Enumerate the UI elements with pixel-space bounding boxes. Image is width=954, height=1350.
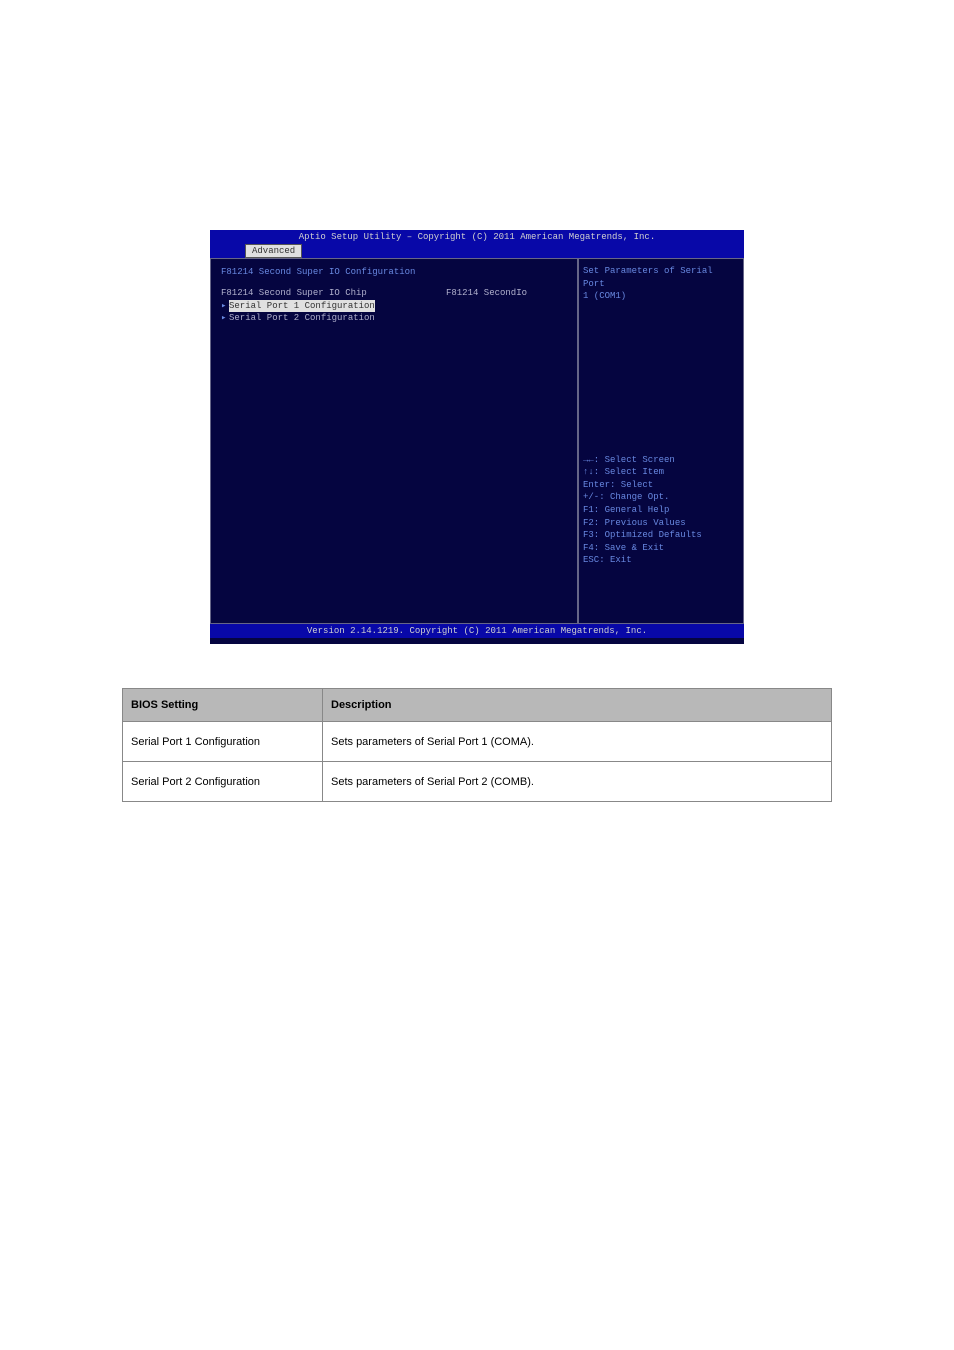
tab-advanced[interactable]: Advanced <box>245 244 302 258</box>
bios-tab-row: Advanced <box>210 244 744 258</box>
chip-label: F81214 Second Super IO Chip <box>221 287 367 300</box>
help-keys: →←: Select Screen ↑↓: Select Item Enter:… <box>583 454 739 567</box>
table-cell-description: Sets parameters of Serial Port 2 (COMB). <box>323 762 832 802</box>
table-row: Serial Port 1 Configuration Sets paramet… <box>123 722 832 762</box>
key-hint: F4: Save & Exit <box>583 542 739 555</box>
menu-item-serial-port-2[interactable]: ▸Serial Port 2 Configuration <box>221 312 567 325</box>
help-text: Set Parameters of Serial Port 1 (COM1) <box>583 265 739 303</box>
key-hint: F3: Optimized Defaults <box>583 529 739 542</box>
submenu-arrow-icon: ▸ <box>221 301 229 311</box>
help-line: 1 (COM1) <box>583 290 739 303</box>
bios-footer: Version 2.14.1219. Copyright (C) 2011 Am… <box>210 624 744 638</box>
key-hint: ↑↓: Select Item <box>583 466 739 479</box>
table-cell-setting: Serial Port 2 Configuration <box>123 762 323 802</box>
chip-info-row: F81214 Second Super IO Chip F81214 Secon… <box>221 287 567 300</box>
table-header-row: BIOS Setting Description <box>123 689 832 722</box>
bios-titlebar: Aptio Setup Utility – Copyright (C) 2011… <box>210 230 744 244</box>
bios-body: F81214 Second Super IO Configuration F81… <box>210 258 744 624</box>
key-hint: +/-: Change Opt. <box>583 491 739 504</box>
bios-window: Aptio Setup Utility – Copyright (C) 2011… <box>210 230 744 644</box>
menu-item-label: Serial Port 1 Configuration <box>229 300 375 313</box>
table-cell-description: Sets parameters of Serial Port 1 (COMA). <box>323 722 832 762</box>
key-hint: →←: Select Screen <box>583 454 739 467</box>
help-line: Set Parameters of Serial Port <box>583 265 739 290</box>
menu-item-serial-port-1[interactable]: ▸Serial Port 1 Configuration <box>221 300 567 313</box>
key-hint: Enter: Select <box>583 479 739 492</box>
key-hint: F2: Previous Values <box>583 517 739 530</box>
submenu-arrow-icon: ▸ <box>221 313 229 323</box>
menu-item-label: Serial Port 2 Configuration <box>229 313 375 323</box>
section-heading: F81214 Second Super IO Configuration <box>221 267 567 277</box>
chip-value: F81214 SecondIo <box>446 287 567 300</box>
bios-left-panel: F81214 Second Super IO Configuration F81… <box>210 258 578 624</box>
table-row: Serial Port 2 Configuration Sets paramet… <box>123 762 832 802</box>
key-hint: ESC: Exit <box>583 554 739 567</box>
config-table: BIOS Setting Description Serial Port 1 C… <box>122 688 832 802</box>
key-hint: F1: General Help <box>583 504 739 517</box>
table-header-description: Description <box>323 689 832 722</box>
table-header-setting: BIOS Setting <box>123 689 323 722</box>
bios-right-panel: Set Parameters of Serial Port 1 (COM1) →… <box>578 258 744 624</box>
table-cell-setting: Serial Port 1 Configuration <box>123 722 323 762</box>
